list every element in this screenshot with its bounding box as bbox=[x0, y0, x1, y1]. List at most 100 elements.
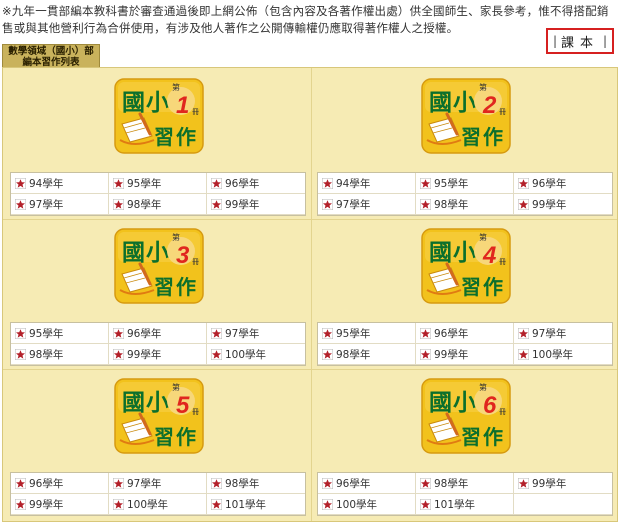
year-link[interactable]: 95學年 bbox=[109, 173, 207, 194]
year-link[interactable]: 100學年 bbox=[318, 494, 416, 515]
year-link[interactable]: 98學年 bbox=[207, 473, 305, 494]
year-link[interactable]: 100學年 bbox=[207, 344, 305, 365]
cover-xi: 習 bbox=[461, 275, 481, 299]
year-link[interactable]: 97學年 bbox=[207, 323, 305, 344]
year-link[interactable]: 97學年 bbox=[514, 323, 612, 344]
year-label: 98學年 bbox=[434, 198, 469, 211]
star-icon bbox=[15, 198, 26, 210]
year-link[interactable]: 99學年 bbox=[11, 494, 109, 515]
workbook-cell-5: 國小第 5 冊習作 96學年 97學年 98學年 99學年 100學年 101學年 bbox=[6, 371, 312, 521]
star-icon bbox=[15, 177, 26, 189]
workbook-cell-1: 國小第 1 冊習作 94學年 95學年 96學年 97學年 98學年 99學年 bbox=[6, 71, 312, 219]
year-link[interactable]: 96學年 bbox=[416, 323, 514, 344]
cover-guo: 國 bbox=[429, 389, 452, 416]
textbook-tab[interactable]: | 課本 | bbox=[546, 28, 614, 54]
workbook-cover-icon[interactable]: 國小第2冊習作 bbox=[421, 78, 511, 154]
workbook-grid: 國小第 1 冊習作 94學年 95學年 96學年 97學年 98學年 99學年國小第 2 冊習作 94… bbox=[2, 67, 618, 522]
copyright-notice: ※九年一貫部編本教科書於審查通過後即上網公佈（包含內容及各著作權出處）供全國師生… bbox=[2, 4, 609, 35]
year-label: 97學年 bbox=[127, 477, 162, 490]
year-label: 97學年 bbox=[532, 327, 567, 340]
cover-xi: 習 bbox=[154, 125, 174, 149]
year-label: 96學年 bbox=[532, 177, 567, 190]
year-link[interactable]: 99學年 bbox=[514, 473, 612, 494]
star-icon bbox=[322, 348, 333, 360]
cover-di: 第 bbox=[172, 82, 180, 92]
cover-di: 第 bbox=[479, 82, 487, 92]
year-label: 97學年 bbox=[29, 198, 64, 211]
year-label: 96學年 bbox=[336, 477, 371, 490]
year-link[interactable]: 95學年 bbox=[416, 173, 514, 194]
workbook-cover-icon[interactable]: 國小第6冊習作 bbox=[421, 378, 511, 454]
workbook-cover-icon[interactable]: 國小第5冊習作 bbox=[114, 378, 204, 454]
year-link[interactable]: 96學年 bbox=[109, 323, 207, 344]
year-link[interactable]: 98學年 bbox=[416, 473, 514, 494]
year-link[interactable]: 99學年 bbox=[207, 194, 305, 215]
workbook-cover-icon[interactable]: 國小第1冊習作 bbox=[114, 78, 204, 154]
cover-number: 4 bbox=[482, 242, 496, 269]
year-link[interactable]: 99學年 bbox=[109, 344, 207, 365]
star-icon bbox=[518, 177, 529, 189]
year-label: 95學年 bbox=[29, 327, 64, 340]
year-link[interactable]: 94學年 bbox=[318, 173, 416, 194]
cover-zuo: 作 bbox=[483, 275, 503, 299]
workbook-cover-icon[interactable]: 國小第3冊習作 bbox=[114, 228, 204, 304]
year-label: 99學年 bbox=[225, 198, 260, 211]
year-link[interactable]: 98學年 bbox=[416, 194, 514, 215]
year-link[interactable]: 97學年 bbox=[318, 194, 416, 215]
year-label: 101學年 bbox=[434, 498, 476, 511]
cover-ce: 冊 bbox=[192, 408, 199, 416]
year-label: 100學年 bbox=[532, 348, 574, 361]
year-link[interactable]: 95學年 bbox=[11, 323, 109, 344]
year-label: 98學年 bbox=[434, 477, 469, 490]
year-link[interactable]: 96學年 bbox=[11, 473, 109, 494]
year-label: 96學年 bbox=[29, 477, 64, 490]
cover-number: 6 bbox=[483, 392, 497, 419]
cover-xiao: 小 bbox=[146, 389, 169, 416]
year-label: 98學年 bbox=[29, 348, 64, 361]
year-link[interactable]: 95學年 bbox=[318, 323, 416, 344]
cover-xi: 習 bbox=[461, 425, 481, 449]
year-link[interactable]: 99學年 bbox=[514, 194, 612, 215]
cover-di: 第 bbox=[172, 382, 180, 392]
year-link[interactable]: 96學年 bbox=[514, 173, 612, 194]
cover-xiao: 小 bbox=[146, 239, 169, 266]
cover-number: 3 bbox=[176, 242, 190, 269]
year-label: 99學年 bbox=[127, 348, 162, 361]
cover-di: 第 bbox=[172, 232, 180, 242]
tab-separator-right: | bbox=[603, 34, 608, 48]
cover-zuo: 作 bbox=[176, 275, 196, 299]
cover-guo: 國 bbox=[122, 239, 145, 266]
star-icon bbox=[518, 198, 529, 210]
star-icon bbox=[420, 198, 431, 210]
cover-ce: 冊 bbox=[499, 108, 506, 116]
year-link[interactable]: 98學年 bbox=[318, 344, 416, 365]
year-link[interactable]: 99學年 bbox=[416, 344, 514, 365]
cover-xiao: 小 bbox=[146, 89, 169, 116]
year-link[interactable]: 100學年 bbox=[109, 494, 207, 515]
year-link[interactable]: 101學年 bbox=[416, 494, 514, 515]
cover-ce: 冊 bbox=[192, 108, 199, 116]
cover-guo: 國 bbox=[122, 89, 145, 116]
star-icon bbox=[420, 327, 431, 339]
year-link[interactable]: 100學年 bbox=[514, 344, 612, 365]
year-link[interactable]: 98學年 bbox=[11, 344, 109, 365]
year-link[interactable]: 94學年 bbox=[11, 173, 109, 194]
year-link[interactable]: 97學年 bbox=[109, 473, 207, 494]
star-icon bbox=[15, 477, 26, 489]
cover-number: 2 bbox=[482, 92, 497, 119]
workbook-cell-4: 國小第 4 冊習作 95學年 96學年 97學年 98學年 99學年 100學年 bbox=[313, 221, 619, 369]
star-icon bbox=[420, 348, 431, 360]
year-link[interactable]: 96學年 bbox=[318, 473, 416, 494]
cover-zuo: 作 bbox=[176, 425, 196, 449]
cover-xi: 習 bbox=[461, 125, 481, 149]
workbook-cover-icon[interactable]: 國小第4冊習作 bbox=[421, 228, 511, 304]
year-link[interactable]: 97學年 bbox=[11, 194, 109, 215]
year-link[interactable]: 98學年 bbox=[109, 194, 207, 215]
year-label: 95學年 bbox=[336, 327, 371, 340]
year-link[interactable]: 101學年 bbox=[207, 494, 305, 515]
year-list: 94學年 95學年 96學年 97學年 98學年 99學年 bbox=[10, 172, 306, 216]
year-label: 96學年 bbox=[127, 327, 162, 340]
star-icon bbox=[322, 177, 333, 189]
year-link[interactable]: 96學年 bbox=[207, 173, 305, 194]
year-label: 98學年 bbox=[225, 477, 260, 490]
